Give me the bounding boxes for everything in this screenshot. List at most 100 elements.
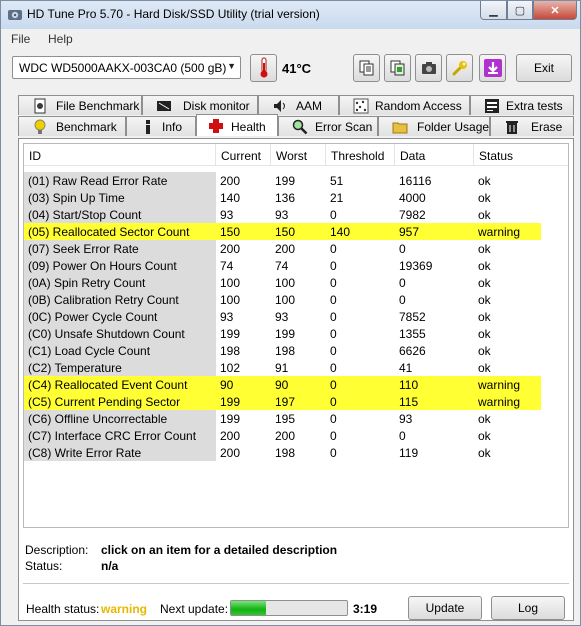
tab-label: Random Access	[375, 99, 462, 113]
table-row[interactable]: (0A) Spin Retry Count 100 100 0 0 ok	[24, 274, 568, 291]
cell-id: (0C) Power Cycle Count	[24, 308, 216, 325]
health-panel: ID Current Worst Threshold Data Status (…	[18, 138, 574, 621]
cell-worst: 200	[275, 242, 296, 256]
tab-folder-usage[interactable]: Folder Usage	[378, 116, 490, 136]
next-update-label: Next update:	[160, 602, 229, 616]
tab-error-scan[interactable]: Error Scan	[278, 116, 378, 136]
column-header-status[interactable]: Status	[474, 144, 568, 166]
cell-current: 100	[220, 293, 241, 307]
tab-benchmark[interactable]: Benchmark	[18, 116, 126, 136]
tab-file-benchmark[interactable]: File Benchmark	[18, 95, 142, 115]
table-row[interactable]: (C1) Load Cycle Count 198 198 0 6626 ok	[24, 342, 568, 359]
cell-data: 16116	[399, 174, 432, 188]
description-value: click on an item for a detailed descript…	[101, 543, 338, 557]
table-row[interactable]: (04) Start/Stop Count 93 93 0 7982 ok	[24, 206, 568, 223]
table-row[interactable]: (C0) Unsafe Shutdown Count 199 199 0 1355 ok	[24, 325, 568, 342]
cell-threshold: 0	[330, 361, 337, 375]
tab-disk-monitor[interactable]: Disk monitor	[142, 95, 258, 115]
tab-aam[interactable]: AAM	[258, 95, 339, 115]
window-title: HD Tune Pro 5.70 - Hard Disk/SSD Utility…	[27, 7, 320, 21]
table-row[interactable]: (03) Spin Up Time 140 136 21 4000 ok	[24, 189, 568, 206]
tab-health[interactable]: Health	[196, 114, 278, 136]
update-button[interactable]: Update	[408, 596, 482, 620]
cell-data: 0	[399, 276, 406, 290]
copy-text-button[interactable]	[353, 54, 380, 82]
cell-status: warning	[474, 223, 541, 240]
column-header-id[interactable]: ID	[24, 144, 216, 166]
table-row[interactable]: (C8) Write Error Rate 200 198 0 119 ok	[24, 444, 568, 461]
cell-status: ok	[478, 293, 491, 307]
cell-threshold: 140	[326, 223, 395, 240]
cell-id: (C8) Write Error Rate	[24, 444, 216, 461]
cell-data: 0	[399, 293, 406, 307]
maximize-button[interactable]: ▢	[507, 1, 533, 20]
drive-select[interactable]: WDC WD5000AAKX-003CA0 (500 gB) ▼	[12, 56, 241, 79]
cell-id: (C2) Temperature	[24, 359, 216, 376]
tab-label: Extra tests	[506, 99, 563, 113]
table-row[interactable]: (C7) Interface CRC Error Count 200 200 0 0 ok	[24, 427, 568, 444]
file-benchmark-icon	[34, 98, 46, 114]
cell-current: 199	[220, 327, 241, 341]
progress-fill	[231, 601, 266, 615]
cell-data: 7852	[399, 310, 426, 324]
column-header-threshold[interactable]: Threshold	[326, 144, 395, 166]
extra-tests-icon	[485, 99, 499, 113]
options-button[interactable]	[446, 54, 473, 82]
menu-help[interactable]: Help	[48, 32, 73, 46]
temperature-button[interactable]	[250, 54, 277, 82]
random-access-icon	[353, 98, 369, 114]
tab-extra-tests[interactable]: Extra tests	[470, 95, 574, 115]
tab-label: Disk monitor	[183, 99, 250, 113]
title-bar[interactable]: HD Tune Pro 5.70 - Hard Disk/SSD Utility…	[1, 1, 580, 29]
next-update-time: 3:19	[353, 602, 378, 616]
copy-screenshot-button[interactable]	[384, 54, 411, 82]
cell-status: ok	[478, 446, 491, 460]
exit-button[interactable]: Exit	[516, 54, 572, 82]
tab-info[interactable]: Info	[126, 116, 196, 136]
log-button-label: Log	[517, 601, 539, 615]
table-row[interactable]: (C6) Offline Uncorrectable 199 195 0 93 ok	[24, 410, 568, 427]
table-row[interactable]: (C5) Current Pending Sector 199 197 0 115 war…	[24, 393, 568, 410]
cell-threshold: 0	[326, 376, 395, 393]
cell-status: ok	[478, 412, 491, 426]
cell-id: (C1) Load Cycle Count	[24, 342, 216, 359]
cell-data: 7982	[399, 208, 426, 222]
divider	[23, 583, 569, 584]
log-button[interactable]: Log	[491, 596, 565, 620]
cell-data: 0	[399, 429, 406, 443]
cell-data: 957	[395, 223, 474, 240]
wrench-icon	[452, 61, 467, 76]
next-update-progress	[230, 600, 348, 616]
cell-data: 110	[395, 376, 474, 393]
table-row[interactable]: (01) Raw Read Error Rate 200 199 51 16116 ok	[24, 172, 568, 189]
table-row[interactable]: (09) Power On Hours Count 74 74 0 19369 ok	[24, 257, 568, 274]
column-header-current[interactable]: Current	[216, 144, 271, 166]
tab-random-access[interactable]: Random Access	[339, 95, 470, 115]
table-row[interactable]: (05) Reallocated Sector Count 150 150 140 95…	[24, 223, 568, 240]
smart-table[interactable]: ID Current Worst Threshold Data Status (…	[23, 143, 569, 528]
tab-erase[interactable]: Erase	[490, 116, 574, 136]
status-value: n/a	[101, 559, 119, 573]
column-header-worst[interactable]: Worst	[271, 144, 326, 166]
table-row[interactable]: (07) Seek Error Rate 200 200 0 0 ok	[24, 240, 568, 257]
update-button-label: Update	[425, 601, 465, 615]
table-row[interactable]: (0B) Calibration Retry Count 100 100 0 0 ok	[24, 291, 568, 308]
table-row[interactable]: (0C) Power Cycle Count 93 93 0 7852 ok	[24, 308, 568, 325]
cell-threshold: 0	[330, 327, 337, 341]
cell-worst: 195	[275, 412, 296, 426]
table-row[interactable]: (C4) Reallocated Event Count 90 90 0 110 warn…	[24, 376, 568, 393]
cell-status: ok	[478, 429, 491, 443]
save-button[interactable]	[479, 54, 506, 82]
menu-file[interactable]: File	[11, 32, 30, 46]
minimize-button[interactable]: ▁	[480, 1, 507, 20]
cell-threshold: 0	[330, 446, 337, 460]
cell-id: (05) Reallocated Sector Count	[24, 223, 216, 240]
column-header-data[interactable]: Data	[395, 144, 474, 166]
cell-id: (C7) Interface CRC Error Count	[24, 427, 216, 444]
dropdown-arrow-icon: ▼	[227, 61, 236, 71]
screenshot-button[interactable]	[415, 54, 442, 82]
table-row[interactable]: (C2) Temperature 102 91 0 41 ok	[24, 359, 568, 376]
close-button[interactable]: ✕	[533, 1, 577, 20]
cell-id: (04) Start/Stop Count	[24, 206, 216, 223]
cell-worst: 198	[275, 344, 296, 358]
